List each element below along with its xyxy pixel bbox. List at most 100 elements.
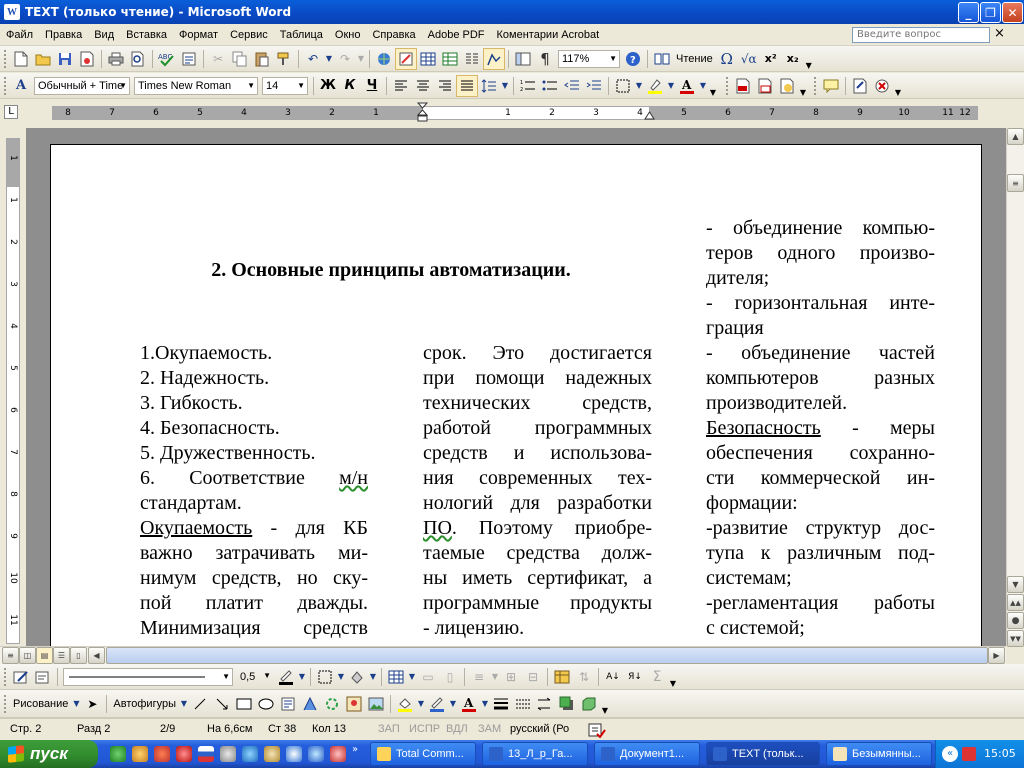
drawing-menu[interactable]: Рисование	[10, 698, 71, 710]
line-tool-icon[interactable]	[189, 693, 211, 715]
save-icon[interactable]	[54, 48, 76, 70]
status-overtype[interactable]: ЗАМ	[478, 723, 501, 735]
fill-color-icon[interactable]	[394, 693, 416, 715]
menu-view[interactable]: Вид	[88, 29, 120, 41]
line-spacing-icon[interactable]	[478, 75, 500, 97]
edit-text-icon[interactable]	[10, 666, 32, 688]
web-layout-button[interactable]: ◫	[19, 647, 36, 664]
decrease-indent-icon[interactable]	[561, 75, 583, 97]
insert-excel-icon[interactable]	[439, 48, 461, 70]
chevron-down-icon[interactable]: ▼	[407, 666, 417, 688]
status-track-changes[interactable]: ИСПР	[409, 723, 440, 735]
drawing-icon[interactable]	[483, 47, 505, 70]
scroll-thumb[interactable]: ≡	[1007, 174, 1024, 192]
quicklaunch-desktop-icon[interactable]	[308, 746, 324, 762]
chevron-down-icon[interactable]: ▼	[297, 666, 307, 688]
text-column-2[interactable]: срок. Это достигается при помощи надежных…	[423, 341, 652, 641]
chevron-down-icon[interactable]: ▼	[448, 693, 458, 715]
toolbar-grip[interactable]	[4, 694, 7, 713]
arrow-tool-icon[interactable]	[211, 693, 233, 715]
oval-tool-icon[interactable]	[255, 693, 277, 715]
scroll-down-button[interactable]: ▼	[1007, 576, 1024, 593]
menu-tools[interactable]: Сервис	[224, 29, 274, 41]
toolbar-options-icon[interactable]: ▼	[600, 693, 610, 715]
quicklaunch-app-icon[interactable]	[220, 746, 236, 762]
autoshapes-menu[interactable]: Автофигуры	[110, 698, 179, 710]
shadow-style-icon[interactable]	[556, 693, 578, 715]
text-box-icon[interactable]	[277, 693, 299, 715]
status-record-macro[interactable]: ЗАП	[378, 723, 400, 735]
chevron-down-icon[interactable]: ▼	[500, 75, 510, 97]
zoom-select[interactable]: 117% ▼	[558, 49, 620, 68]
quicklaunch-messenger-icon[interactable]	[242, 746, 258, 762]
chevron-down-icon[interactable]: ▼	[356, 48, 366, 70]
quicklaunch-opera-icon[interactable]	[154, 746, 170, 762]
close-document-icon[interactable]: ×	[994, 26, 1005, 41]
toolbar-grip[interactable]	[4, 76, 7, 95]
print-preview-icon[interactable]	[127, 48, 149, 70]
paste-icon[interactable]	[251, 48, 273, 70]
format-painter-icon[interactable]	[273, 48, 295, 70]
quicklaunch-media-icon[interactable]	[176, 746, 192, 762]
ask-question-input[interactable]: Введите вопрос	[852, 27, 990, 43]
clock[interactable]: 15:05	[984, 747, 1016, 760]
convert-to-pdf-icon[interactable]	[732, 75, 754, 97]
font-color-icon[interactable]: A	[458, 693, 480, 715]
document-area[interactable]: 2. Основные принципы автоматизации. 1.Ок…	[26, 128, 1006, 646]
spelling-icon[interactable]: ABC	[156, 48, 178, 70]
toolbar-options-icon[interactable]: ▼	[804, 48, 814, 70]
toolbar-grip[interactable]	[4, 49, 7, 68]
wordart-icon[interactable]	[299, 693, 321, 715]
align-right-icon[interactable]	[434, 75, 456, 97]
horizontal-scrollbar[interactable]: ≡ ◫ ▤ ☰ ▯ ◀ ▶	[0, 646, 1006, 664]
dash-style-icon[interactable]	[512, 693, 534, 715]
menu-insert[interactable]: Вставка	[120, 29, 173, 41]
toolbar-options-icon[interactable]: ▼	[893, 75, 903, 97]
word-app-icon[interactable]: W	[4, 4, 20, 20]
next-page-button[interactable]: ▼▼	[1007, 630, 1024, 647]
menu-help[interactable]: Справка	[366, 29, 421, 41]
increase-indent-icon[interactable]	[583, 75, 605, 97]
toolbar-grip[interactable]	[4, 667, 7, 686]
insert-table-icon[interactable]	[417, 48, 439, 70]
print-layout-button[interactable]: ▤	[36, 647, 53, 664]
quicklaunch-globe-icon[interactable]	[110, 746, 126, 762]
3d-style-icon[interactable]	[578, 693, 600, 715]
superscript-icon[interactable]: x²	[760, 48, 782, 70]
split-cells-icon[interactable]: ▯	[439, 666, 461, 688]
toolbar-options-icon[interactable]: ▼	[708, 75, 718, 97]
justify-icon[interactable]	[456, 74, 478, 97]
document-edit-icon[interactable]	[32, 666, 54, 688]
style-select[interactable]: Обычный + Time ▼	[34, 76, 130, 95]
minimize-button[interactable]: _	[958, 2, 979, 23]
menu-edit[interactable]: Правка	[39, 29, 88, 41]
chevron-down-icon[interactable]: ▼	[71, 693, 81, 715]
hyperlink-icon[interactable]	[373, 48, 395, 70]
horizontal-ruler[interactable]: L 8 7 6 5 4 3 2 1 1 2 3 4 5 6 7 8 9 10 11 12	[0, 100, 1024, 126]
task-document1[interactable]: Документ1...	[594, 742, 700, 766]
text-column-1[interactable]: 1.Окупаемость. 2. Надежность. 3. Гибкость.…	[140, 341, 368, 641]
task-total-commander[interactable]: Total Comm...	[370, 742, 476, 766]
align-left-icon[interactable]	[390, 75, 412, 97]
toolbar-options-icon[interactable]: ▼	[668, 666, 678, 688]
document-map-icon[interactable]	[512, 48, 534, 70]
equation-icon[interactable]: √α	[738, 48, 760, 70]
insert-comment-icon[interactable]	[820, 75, 842, 97]
chevron-down-icon[interactable]: ▼	[416, 693, 426, 715]
copy-icon[interactable]	[229, 48, 251, 70]
line-style-select[interactable]: ▼	[63, 667, 233, 686]
distribute-rows-icon[interactable]: ⊞	[500, 666, 522, 688]
italic-button[interactable]: К	[339, 75, 361, 97]
arrow-style-icon[interactable]	[534, 693, 556, 715]
font-color-icon[interactable]: A	[676, 75, 698, 97]
quicklaunch-ie-icon[interactable]	[286, 746, 302, 762]
text-direction-icon[interactable]: ⇅	[573, 666, 595, 688]
text-column-3[interactable]: - объединение компью-теров одного произв…	[706, 216, 935, 641]
highlight-icon[interactable]	[644, 75, 666, 97]
tab-selector[interactable]: L	[4, 105, 18, 119]
reading-layout-button[interactable]: ▯	[70, 647, 87, 664]
bullets-icon[interactable]	[539, 75, 561, 97]
cut-icon[interactable]: ✂	[207, 48, 229, 70]
diagram-icon[interactable]	[321, 693, 343, 715]
convert-and-email-icon[interactable]	[754, 75, 776, 97]
